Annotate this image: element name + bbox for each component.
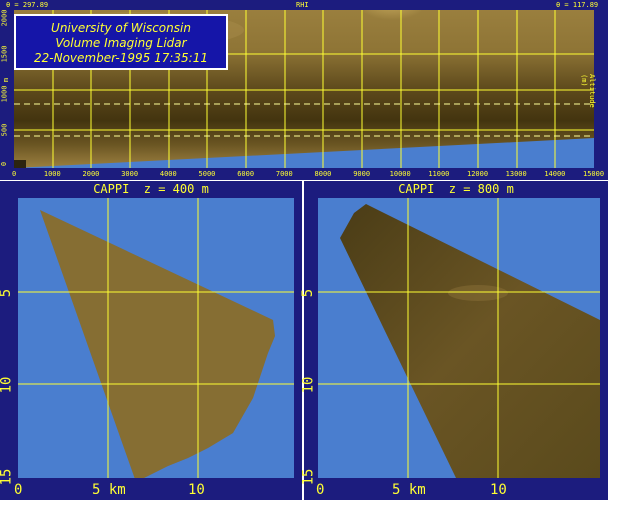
cappi-right-title: CAPPI z = 800 m	[398, 182, 514, 196]
rhi-ytick-1000: 1000	[0, 85, 9, 103]
cappi-left-xtick-0: 0	[14, 482, 23, 498]
cappi-right-ytick-10: 10	[300, 376, 317, 394]
rhi-ytick-500: 500	[0, 123, 9, 137]
rhi-xtick: 9000	[353, 170, 371, 178]
rhi-xtick: 0	[12, 170, 17, 178]
rhi-xtick: 11000	[428, 170, 450, 178]
rhi-y-unit: m	[2, 77, 11, 83]
rhi-xtick: 5000	[198, 170, 216, 178]
rhi-ytick-1500: 1500	[0, 45, 9, 63]
rhi-info-box: University of Wisconsin Volume Imaging L…	[14, 14, 228, 70]
rhi-xtick: 12000	[467, 170, 489, 178]
cappi-left-ytick-5: 5	[0, 289, 14, 297]
rhi-xtick: 7000	[275, 170, 293, 178]
rhi-panel: θ = 297.89 RHI θ = 117.89 University of …	[0, 0, 608, 180]
cappi-right-panel: CAPPI z = 800 m 5 10 15 0 5 km 10	[300, 181, 608, 500]
cappi-left-title: CAPPI z = 400 m	[93, 182, 209, 196]
cappi-left-panel: CAPPI z = 400 m 5 10 15 0 5 km 10	[0, 181, 302, 500]
cappi-left-grid	[18, 198, 294, 478]
rhi-xtick: 15000	[583, 170, 605, 178]
info-timestamp: 22-November-1995 17:35:11	[34, 51, 208, 65]
cappi-right-ytick-5: 5	[300, 288, 317, 298]
rhi-header-right: θ = 117.89	[556, 1, 599, 9]
rhi-xtick: 13000	[505, 170, 527, 178]
rhi-header-center: RHI	[296, 1, 309, 9]
rhi-header-left: θ = 297.89	[6, 1, 49, 9]
rhi-ytick-2000: 2000	[0, 9, 9, 27]
cappi-right-plot[interactable]	[318, 198, 600, 478]
cappi-right-xtick-10: 10	[490, 482, 507, 498]
cappi-right-xtick-5km: 5 km	[392, 482, 426, 498]
rhi-ytick-0: 0	[0, 161, 9, 167]
cappi-left-ytick-10: 10	[0, 376, 15, 394]
info-university: University of Wisconsin	[51, 21, 191, 35]
rhi-xtick: 8000	[314, 170, 332, 178]
rhi-xtick: 2000	[82, 170, 100, 178]
rhi-right-axis-label: Altitude (m)	[580, 74, 596, 108]
cappi-left-xtick-10: 10	[188, 482, 205, 498]
rhi-xtick: 6000	[237, 170, 255, 178]
cappi-right-ytick-15: 15	[300, 468, 317, 486]
cappi-left-ytick-15: 15	[0, 468, 15, 486]
rhi-xtick: 10000	[389, 170, 411, 178]
rhi-xtick: 1000	[43, 170, 61, 178]
cappi-left-plot[interactable]	[18, 198, 294, 478]
cappi-right-grid	[318, 198, 600, 478]
rhi-xtick: 4000	[159, 170, 177, 178]
rhi-xtick: 3000	[121, 170, 139, 178]
info-instrument: Volume Imaging Lidar	[55, 36, 187, 50]
rhi-xtick: 14000	[544, 170, 566, 178]
cappi-right-xtick-0: 0	[316, 482, 325, 498]
cappi-left-xtick-5km: 5 km	[92, 482, 126, 498]
